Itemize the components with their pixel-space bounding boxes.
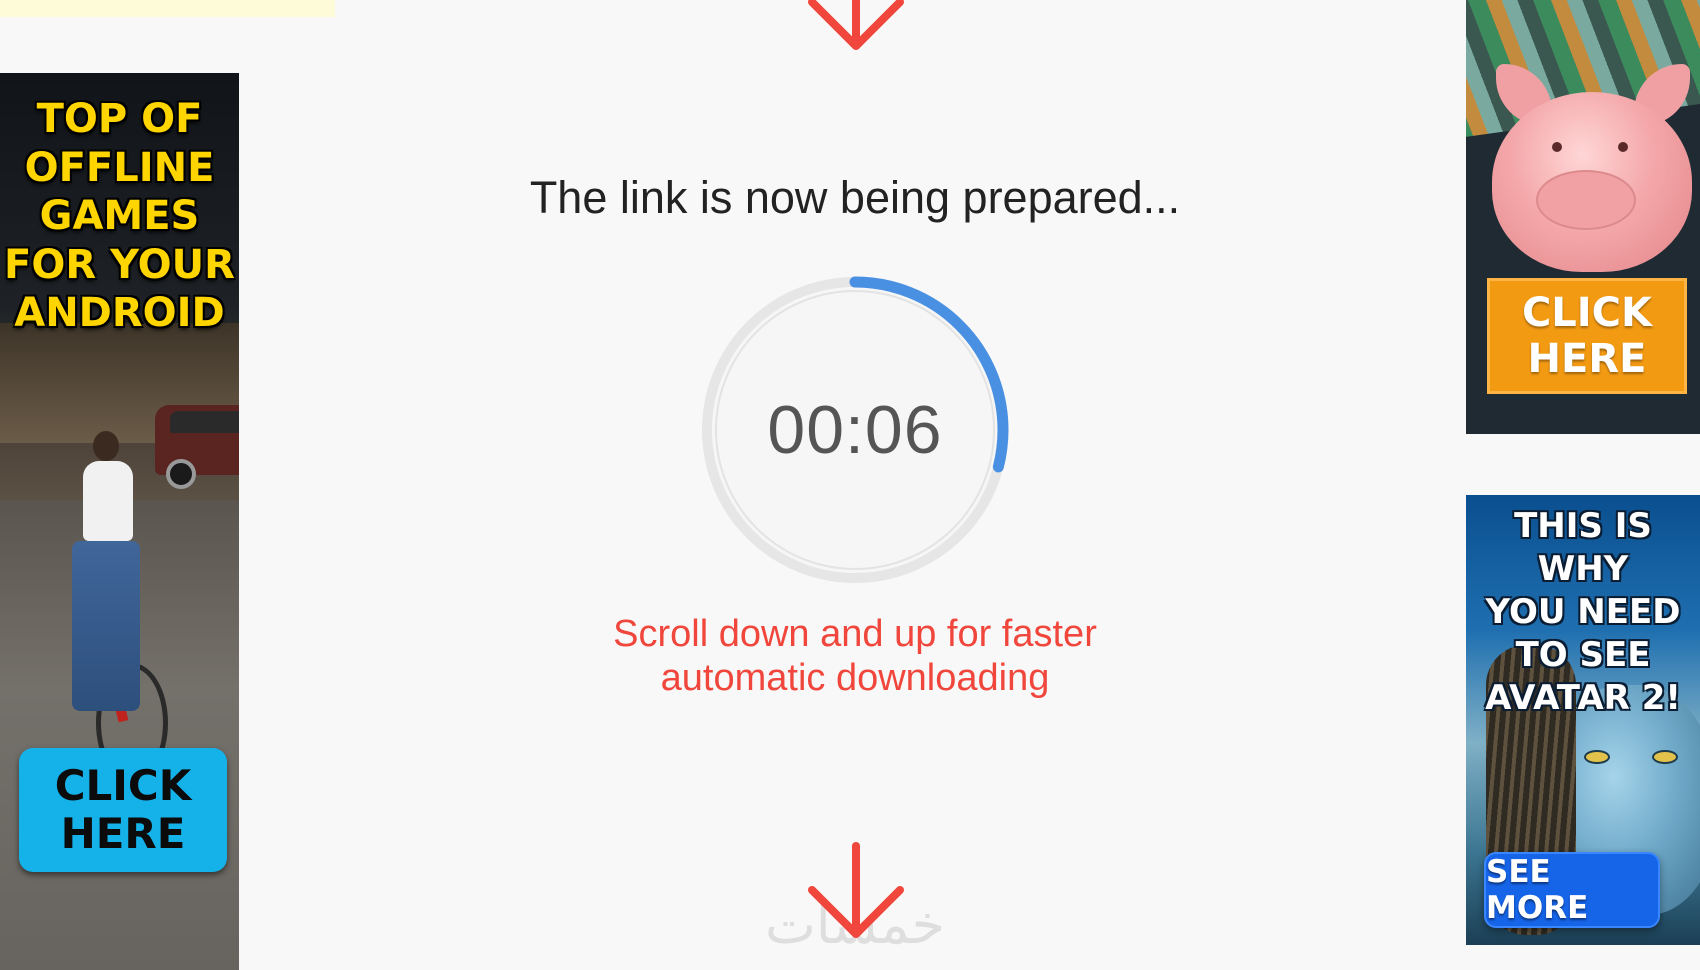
ad-avatar-2[interactable]: THIS IS WHY YOU NEED TO SEE AVATAR 2! SE…: [1466, 495, 1700, 945]
ad-headline-line: ANDROID: [14, 290, 225, 336]
ad-pig-snout: [1536, 170, 1636, 230]
ad-headline-line: TOP OF: [36, 96, 203, 142]
page-title: The link is now being prepared...: [529, 172, 1181, 223]
ad-car-wheel: [166, 459, 196, 489]
ad-click-here-button[interactable]: CLICK HERE: [1487, 278, 1687, 394]
arrow-down-icon: [808, 0, 904, 50]
ad-rider-body: [83, 461, 133, 541]
ad-headline-line: AVATAR 2!: [1485, 678, 1681, 718]
scroll-hint-line: Scroll down and up for faster: [613, 613, 1097, 655]
ad-headline-line: TO SEE: [1515, 635, 1651, 675]
ad-rider-head: [93, 431, 119, 461]
download-page: TOP OF OFFLINE GAMES FOR YOUR ANDROID CL…: [0, 0, 1700, 970]
ad-headline-line: OFFLINE: [24, 144, 215, 191]
ad-headline-line: THIS IS WHY: [1514, 506, 1652, 589]
ad-pig-eye: [1552, 142, 1562, 152]
ad-piggy-bank[interactable]: CLICK HERE: [1466, 0, 1700, 434]
top-banner-strip: [0, 0, 335, 17]
ad-click-here-button[interactable]: CLICK HERE: [19, 748, 227, 872]
ad-cta-line: HERE: [60, 809, 186, 858]
scroll-hint-line: automatic downloading: [660, 657, 1050, 699]
ad-headline: TOP OF OFFLINE GAMES FOR YOUR ANDROID: [0, 95, 239, 338]
ad-headline-line: GAMES: [39, 193, 200, 239]
ad-headline: THIS IS WHY YOU NEED TO SEE AVATAR 2!: [1466, 505, 1700, 720]
timer-value: 00:06: [767, 392, 943, 468]
ad-car-window: [170, 411, 239, 433]
arrow-down-icon: [808, 842, 904, 938]
ad-avatar-eye: [1584, 750, 1610, 764]
ad-pig-eye: [1618, 142, 1628, 152]
ad-headline-line: YOU NEED: [1485, 592, 1681, 632]
ad-headline-line: FOR YOUR: [4, 241, 235, 288]
ad-cta-line: HERE: [1527, 336, 1647, 382]
ad-see-more-button[interactable]: SEE MORE: [1484, 852, 1660, 928]
ad-cta-line: CLICK: [54, 761, 192, 810]
ad-cta-line: CLICK: [1521, 290, 1653, 336]
ad-avatar-eye: [1652, 750, 1678, 764]
ad-offline-games[interactable]: TOP OF OFFLINE GAMES FOR YOUR ANDROID CL…: [0, 73, 239, 970]
countdown-timer: 00:06: [695, 270, 1015, 590]
ad-rider-legs: [72, 541, 140, 711]
scroll-hint: Scroll down and up for faster automatic …: [470, 612, 1240, 700]
